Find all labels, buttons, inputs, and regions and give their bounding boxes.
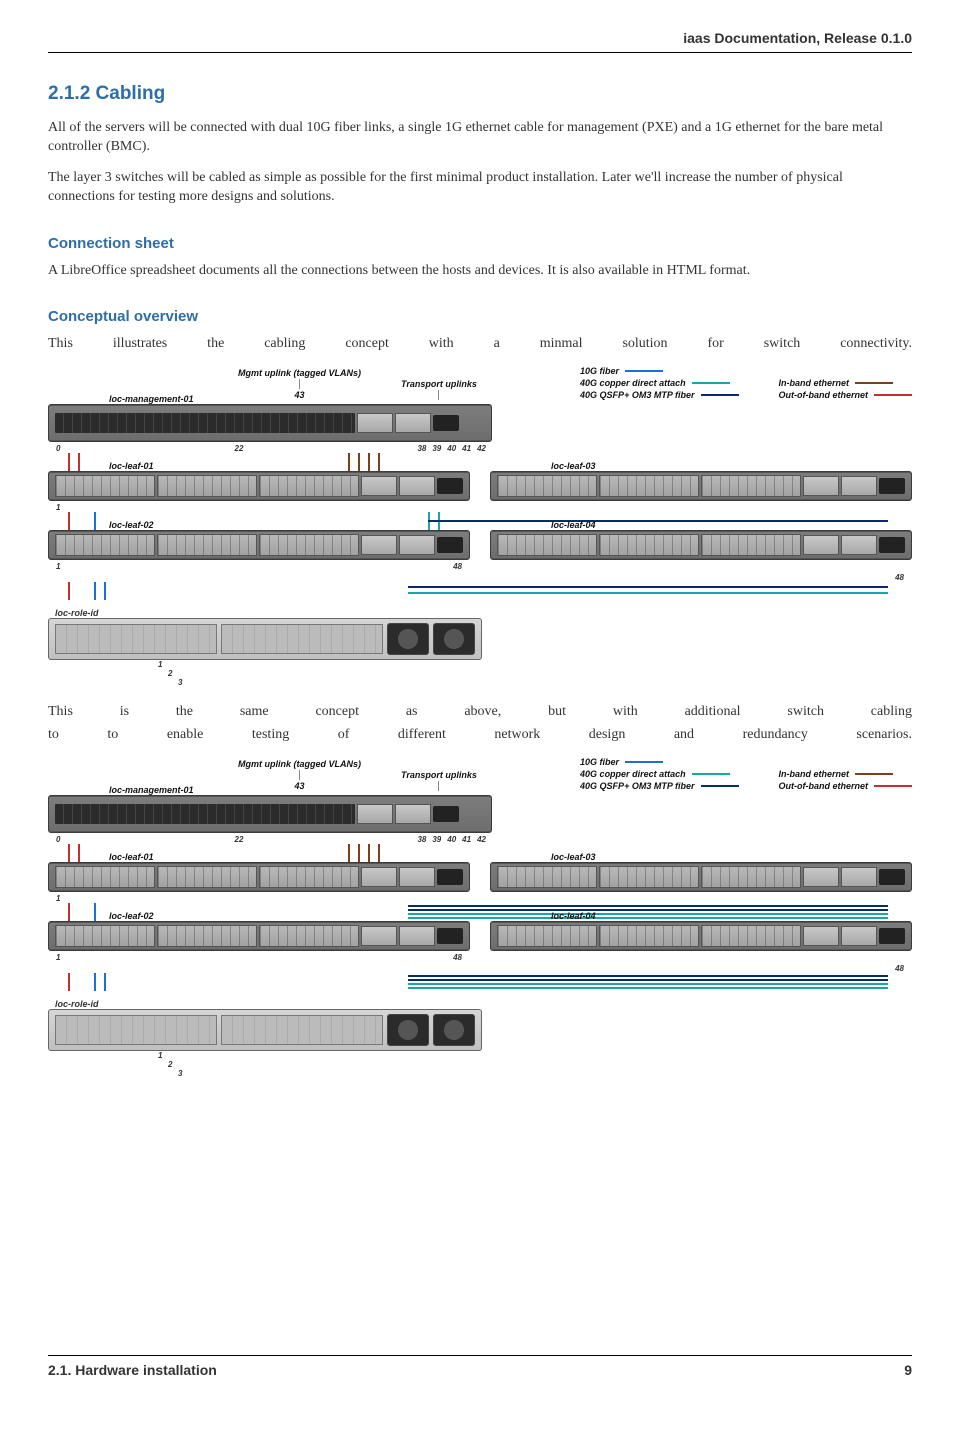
device-management-switch: loc-management-01 <box>48 795 492 833</box>
device-leaf-03: loc-leaf-03 <box>490 862 912 892</box>
subsection-conceptual-overview: Conceptual overview <box>48 308 912 325</box>
legend-mgmt-uplink: Mgmt uplink (tagged VLANs) <box>238 368 361 378</box>
device-leaf-01: loc-leaf-01 <box>48 862 470 892</box>
legend-transport-uplinks: Transport uplinks <box>401 770 477 780</box>
device-leaf-02: loc-leaf-02 <box>48 921 470 951</box>
device-leaf-03: loc-leaf-03 <box>490 471 912 501</box>
device-management-switch: loc-management-01 <box>48 404 492 442</box>
footer-section: 2.1. Hardware installation <box>48 1362 217 1378</box>
legend-cable-types-b: In-band ethernet Out-of-band ethernet <box>779 378 913 400</box>
port-num: 1 <box>56 894 60 903</box>
legend-cable-types-a: 10G fiber 40G copper direct attach 40G Q… <box>580 366 738 400</box>
port-num: 1 <box>56 953 60 962</box>
port-num: 48 <box>453 953 462 962</box>
device-leaf-04: loc-leaf-04 <box>490 530 912 560</box>
legend-mgmt-port: 43 <box>294 781 304 791</box>
port-num: 48 <box>895 964 904 973</box>
server-port-nums: 1 2 3 <box>48 660 912 687</box>
device-server: loc-role-id <box>48 1009 482 1051</box>
legend-cable-types-a: 10G fiber 40G copper direct attach 40G Q… <box>580 757 738 791</box>
port-num: 1 <box>56 503 60 512</box>
footer-page-number: 9 <box>904 1362 912 1378</box>
legend-cable-types-b: In-band ethernet Out-of-band ethernet <box>779 769 913 791</box>
port-num: 0 <box>56 444 60 453</box>
device-leaf-04: loc-leaf-04 <box>490 921 912 951</box>
overview-paragraph-2a: This is the same concept as above, but w… <box>48 703 912 722</box>
running-header: iaas Documentation, Release 0.1.0 <box>48 30 912 53</box>
legend-mgmt-port: 43 <box>294 390 304 400</box>
device-leaf-01: loc-leaf-01 <box>48 471 470 501</box>
section-paragraph-1: All of the servers will be connected wit… <box>48 119 912 157</box>
connection-sheet-paragraph: A LibreOffice spreadsheet documents all … <box>48 262 912 281</box>
overview-paragraph-1: This illustrates the cabling concept wit… <box>48 335 912 354</box>
port-num: 0 <box>56 835 60 844</box>
section-paragraph-2: The layer 3 switches will be cabled as s… <box>48 169 912 207</box>
legend-transport-uplinks: Transport uplinks <box>401 379 477 389</box>
port-num-cluster: 38 39 40 41 42 <box>417 835 486 844</box>
port-num: 1 <box>56 562 60 571</box>
legend-mgmt-uplink: Mgmt uplink (tagged VLANs) <box>238 759 361 769</box>
server-port-nums: 1 2 3 <box>48 1051 912 1078</box>
port-num: 22 <box>235 444 244 453</box>
cabling-diagram-extended: Mgmt uplink (tagged VLANs) 43 Transport … <box>48 757 912 1078</box>
subsection-connection-sheet: Connection sheet <box>48 235 912 252</box>
cabling-diagram-minimal: Mgmt uplink (tagged VLANs) 43 Transport … <box>48 366 912 687</box>
port-num: 22 <box>235 835 244 844</box>
device-leaf-02: loc-leaf-02 <box>48 530 470 560</box>
port-num: 48 <box>895 573 904 582</box>
device-server: loc-role-id <box>48 618 482 660</box>
section-title: 2.1.2 Cabling <box>48 83 912 105</box>
port-num: 48 <box>453 562 462 571</box>
overview-paragraph-2b: to to enable testing of different networ… <box>48 726 912 745</box>
port-num-cluster: 38 39 40 41 42 <box>417 444 486 453</box>
